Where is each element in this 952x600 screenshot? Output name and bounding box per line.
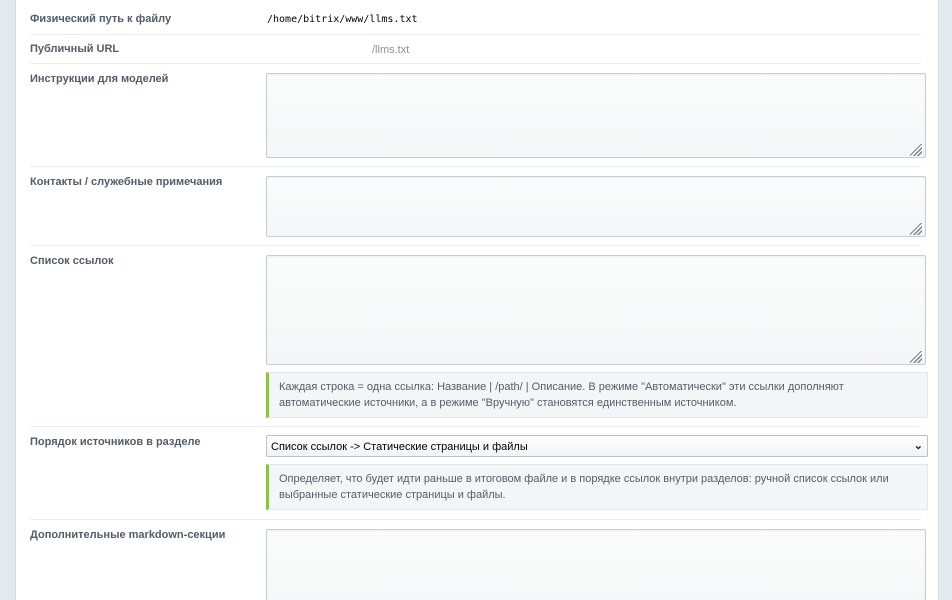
markdown-sections-textarea[interactable]	[266, 529, 926, 600]
row-links: Список ссылок Каждая строка = одна ссылк…	[30, 246, 928, 427]
source-order-label: Порядок источников в разделе	[30, 436, 201, 448]
row-instructions: Инструкции для моделей	[30, 64, 926, 167]
row-source-order: Порядок источников в разделе Список ссыл…	[30, 427, 928, 520]
public-url-label: Публичный URL	[30, 43, 120, 55]
file-path-value: /home/bitrix/www/llms.txt	[267, 14, 418, 25]
instructions-textarea[interactable]	[266, 73, 926, 158]
resize-grip-icon[interactable]	[910, 144, 922, 156]
source-order-select[interactable]: Список ссылок -> Статические страницы и …	[266, 435, 928, 457]
settings-panel: Физический путь к файлу /home/bitrix/www…	[15, 0, 939, 600]
contacts-label: Контакты / служебные примечания	[30, 176, 223, 188]
chevron-down-icon: ⌄	[913, 440, 923, 452]
markdown-sections-label: Дополнительные markdown-секции	[30, 529, 226, 541]
row-contacts: Контакты / служебные примечания	[30, 167, 926, 246]
source-order-selected: Список ссылок -> Статические страницы и …	[271, 441, 528, 453]
resize-grip-icon[interactable]	[910, 223, 922, 235]
resize-grip-icon[interactable]	[910, 351, 922, 363]
links-textarea[interactable]	[266, 255, 926, 365]
links-label: Список ссылок	[30, 255, 114, 267]
instructions-label: Инструкции для моделей	[30, 73, 169, 85]
links-hint: Каждая строка = одна ссылка: Название | …	[266, 372, 928, 418]
file-path-label: Физический путь к файлу	[30, 13, 172, 25]
contacts-textarea[interactable]	[266, 176, 926, 237]
source-order-hint: Определяет, что будет идти раньше в итог…	[266, 464, 928, 510]
row-public-url: Публичный URL /llms.txt	[30, 35, 921, 64]
public-url-value: /llms.txt	[372, 44, 410, 56]
row-markdown-sections: Дополнительные markdown-секции	[30, 520, 926, 600]
row-file-path: Физический путь к файлу /home/bitrix/www…	[30, 4, 921, 35]
